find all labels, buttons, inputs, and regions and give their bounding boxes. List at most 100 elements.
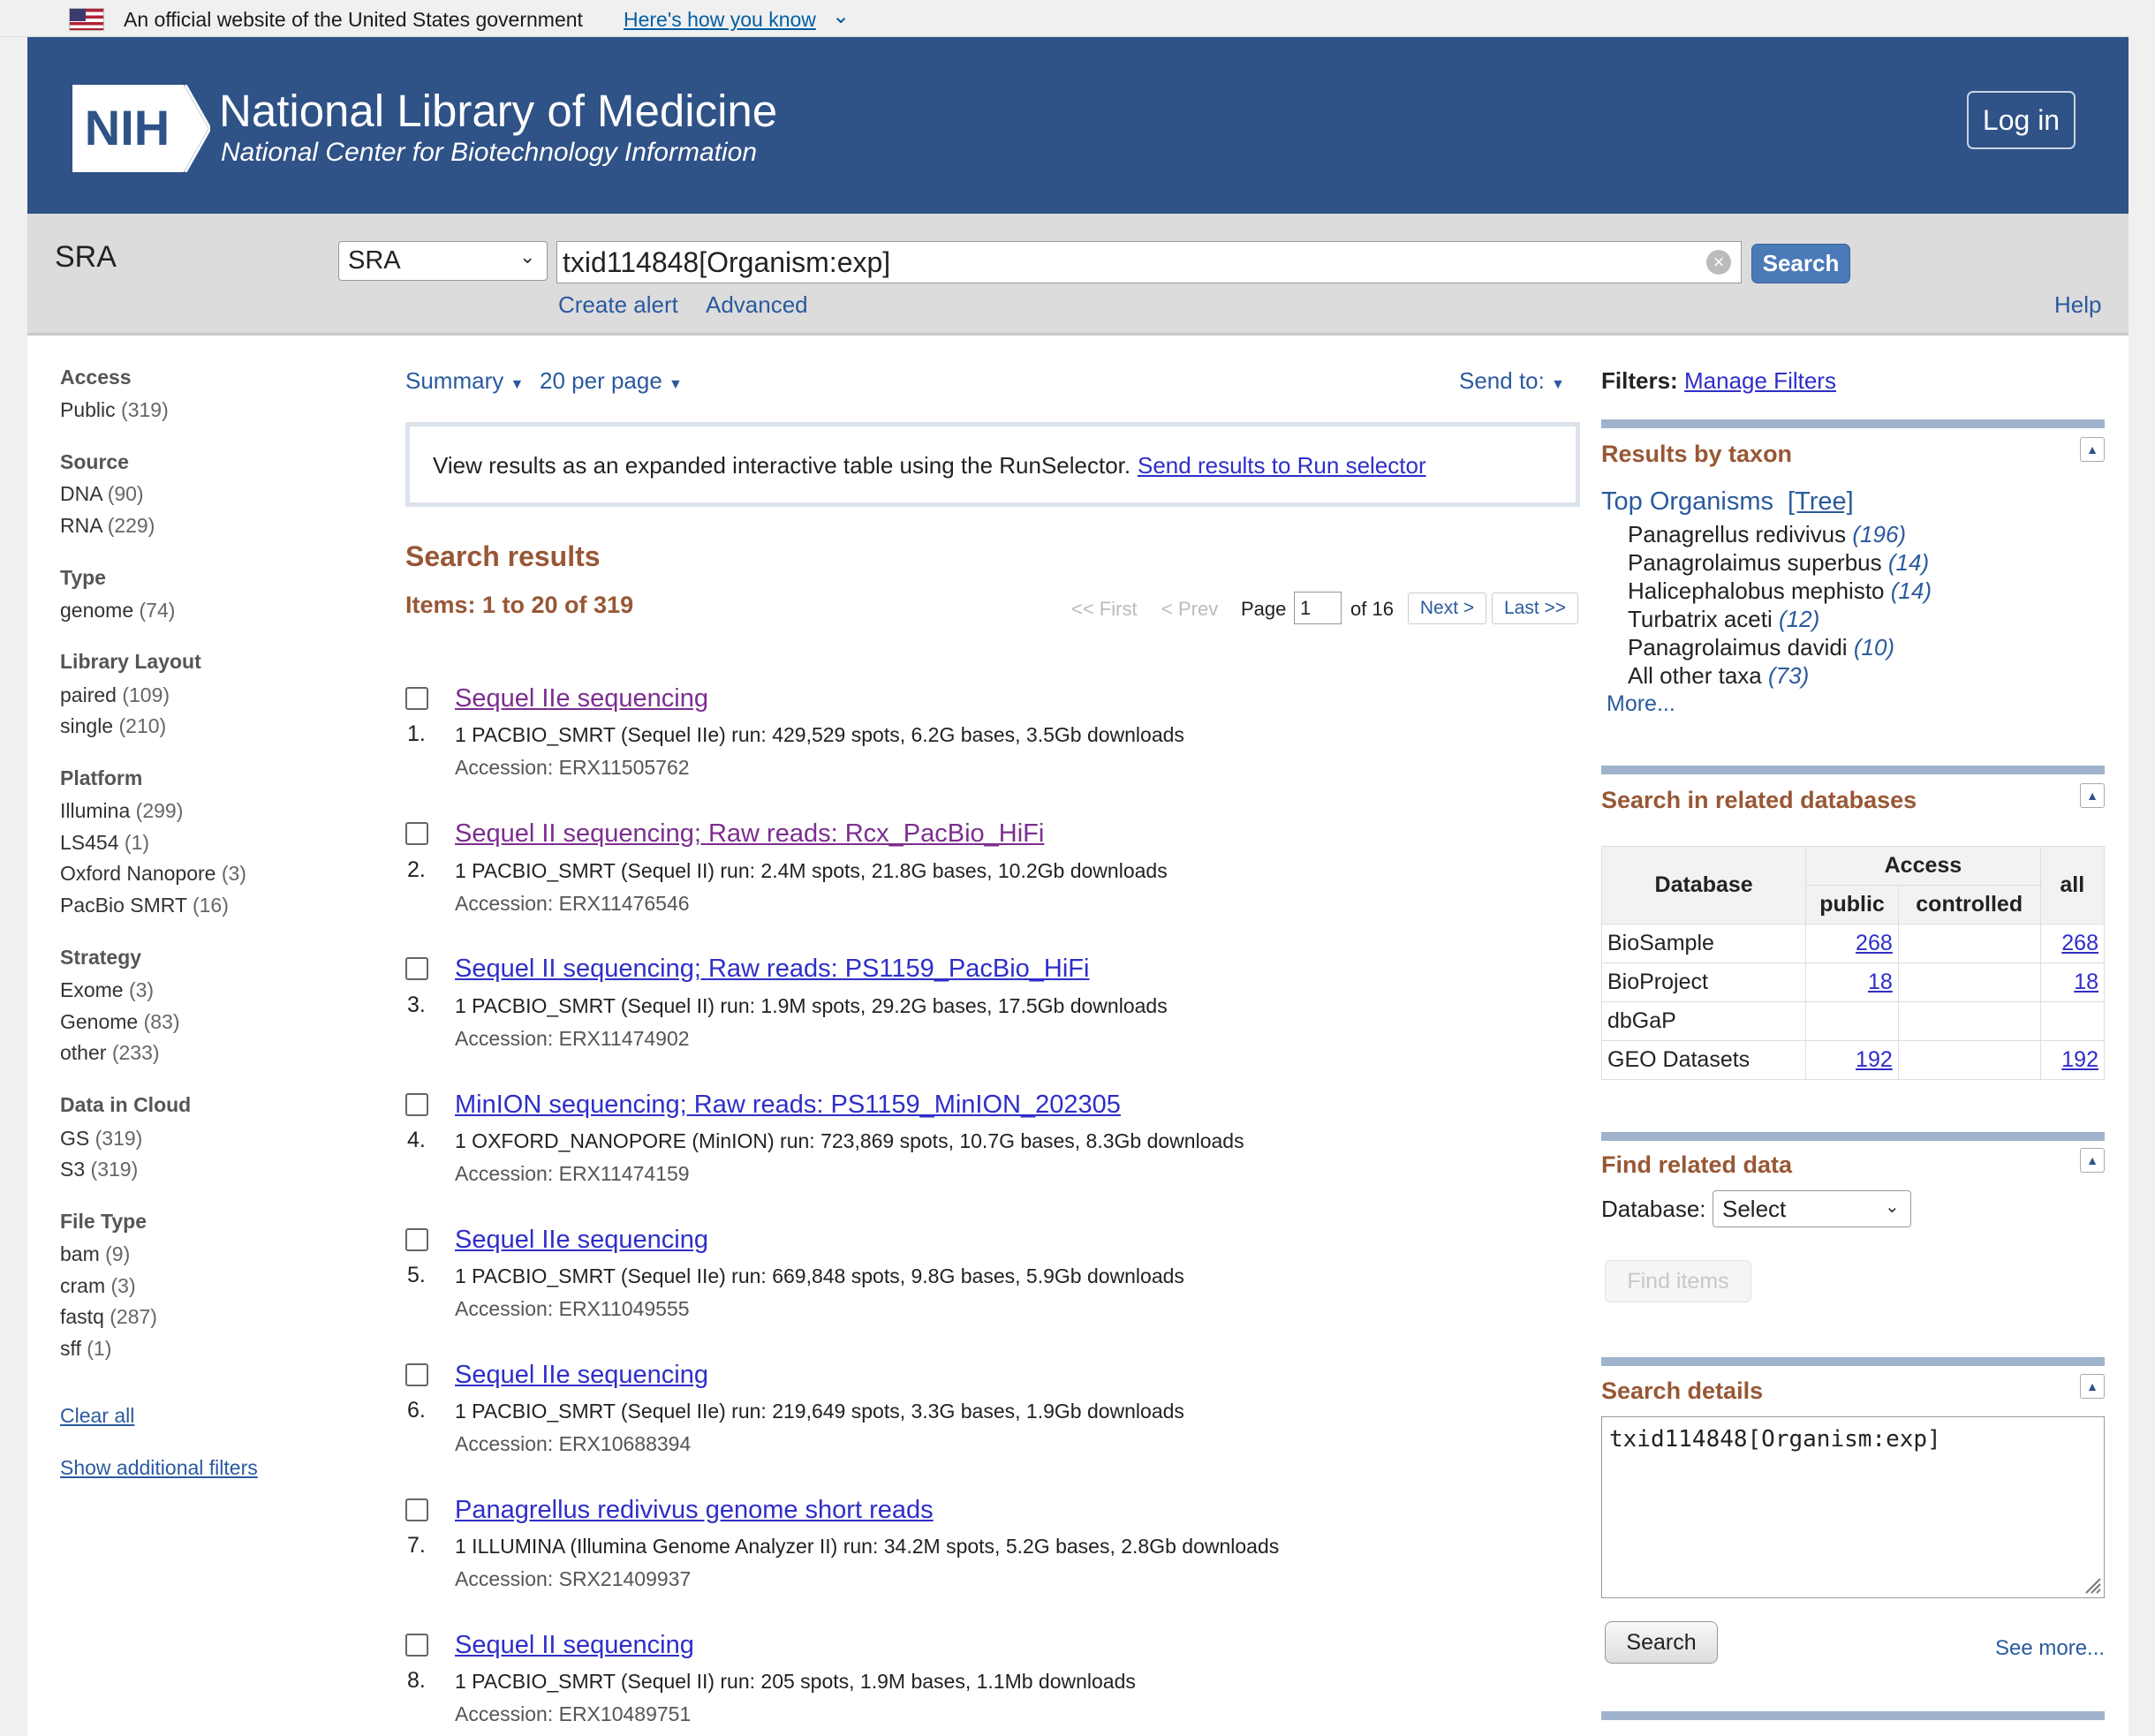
filters-label: Filters: bbox=[1601, 367, 1678, 394]
public-count-link[interactable]: 192 bbox=[1856, 1047, 1893, 1072]
summary-format-menu[interactable]: Summary ▼ bbox=[405, 367, 524, 395]
filter-illumina[interactable]: Illumina (299) bbox=[60, 799, 183, 823]
collapse-related-icon[interactable]: ▲ bbox=[2080, 783, 2105, 808]
filter-cram[interactable]: cram (3) bbox=[60, 1274, 136, 1298]
flag-canton bbox=[70, 9, 86, 21]
filter-dna[interactable]: DNA (90) bbox=[60, 482, 144, 506]
filter-label: Public bbox=[60, 398, 116, 421]
result-checkbox[interactable] bbox=[405, 822, 428, 845]
find-items-button[interactable]: Find items bbox=[1605, 1260, 1751, 1302]
public-count-link[interactable]: 268 bbox=[1856, 931, 1893, 955]
pager-last-button[interactable]: Last >> bbox=[1492, 593, 1578, 624]
organism-link[interactable]: Panagrellus redivivus (196) bbox=[1628, 521, 1906, 548]
taxonomy-tree-link[interactable]: [Tree] bbox=[1788, 487, 1854, 517]
database-select[interactable]: SRA bbox=[338, 241, 548, 281]
resize-grip-icon[interactable] bbox=[2081, 1574, 2102, 1595]
filter-single[interactable]: single (210) bbox=[60, 714, 166, 738]
table-header-row: Database Access all bbox=[1600, 846, 2106, 925]
login-button[interactable]: Log in bbox=[1967, 91, 2076, 149]
filter-label: DNA bbox=[60, 482, 102, 505]
result-title-link[interactable]: Sequel IIe sequencing bbox=[455, 1226, 708, 1255]
filter-heading-access: Access bbox=[60, 366, 132, 389]
clear-all-filters-link[interactable]: Clear all bbox=[60, 1404, 134, 1428]
collapse-details-icon[interactable]: ▲ bbox=[2080, 1374, 2105, 1399]
filter-paired[interactable]: paired (109) bbox=[60, 683, 170, 707]
organism-link[interactable]: Panagrolaimus davidi (10) bbox=[1628, 634, 1894, 661]
chevron-down-icon[interactable]: ⌄ bbox=[832, 4, 850, 29]
filter-bam[interactable]: bam (9) bbox=[60, 1242, 130, 1266]
organism-link[interactable]: Panagrolaimus superbus (14) bbox=[1628, 549, 1929, 577]
result-checkbox[interactable] bbox=[405, 1498, 428, 1521]
organism-link[interactable]: Turbatrix aceti (12) bbox=[1628, 606, 1819, 633]
filter-label: RNA bbox=[60, 514, 102, 537]
search-input[interactable]: txid114848[Organism:exp] bbox=[556, 241, 1742, 283]
collapse-taxon-icon[interactable]: ▲ bbox=[2080, 437, 2105, 462]
filter-s3[interactable]: S3 (319) bbox=[60, 1158, 138, 1181]
see-more-link[interactable]: See more... bbox=[1995, 1636, 2105, 1661]
organism-count: (196) bbox=[1852, 521, 1907, 547]
filter-ls454[interactable]: LS454 (1) bbox=[60, 831, 149, 855]
organism-count: (14) bbox=[1887, 549, 1930, 576]
search-details-textarea[interactable]: txid114848[Organism:exp] bbox=[1601, 1416, 2105, 1598]
all-count-link[interactable]: 268 bbox=[2061, 931, 2098, 955]
all-count-link[interactable]: 18 bbox=[2074, 970, 2098, 994]
result-title-link[interactable]: Sequel IIe sequencing bbox=[455, 684, 708, 713]
show-additional-filters-link[interactable]: Show additional filters bbox=[60, 1456, 258, 1480]
result-title-link[interactable]: Sequel II sequencing; Raw reads: PS1159_… bbox=[455, 955, 1089, 984]
result-title-link[interactable]: Panagrellus redivivus genome short reads bbox=[455, 1496, 934, 1525]
filter-other[interactable]: other (233) bbox=[60, 1041, 160, 1065]
filter-rna[interactable]: RNA (229) bbox=[60, 514, 155, 538]
filter-pacbio-smrt[interactable]: PacBio SMRT (16) bbox=[60, 894, 229, 917]
result-checkbox[interactable] bbox=[405, 1634, 428, 1657]
filter-exome[interactable]: Exome (3) bbox=[60, 978, 154, 1002]
pager-next-button[interactable]: Next > bbox=[1408, 593, 1486, 624]
send-to-run-selector-link[interactable]: Send results to Run selector bbox=[1138, 452, 1426, 479]
clear-search-icon[interactable]: × bbox=[1706, 250, 1731, 275]
create-alert-link[interactable]: Create alert bbox=[558, 291, 678, 319]
related-database-select[interactable]: Select bbox=[1713, 1190, 1911, 1227]
filter-oxford-nanopore[interactable]: Oxford Nanopore (3) bbox=[60, 862, 246, 886]
per-page-menu[interactable]: 20 per page ▼ bbox=[540, 367, 683, 395]
filter-count: (90) bbox=[107, 482, 144, 505]
search-button[interactable]: Search bbox=[1751, 244, 1850, 283]
organism-name: All other taxa bbox=[1628, 662, 1762, 689]
help-link[interactable]: Help bbox=[2054, 291, 2101, 319]
pager-first-link[interactable]: << First bbox=[1071, 598, 1138, 621]
nlm-title[interactable]: National Library of Medicine bbox=[219, 85, 777, 137]
result-checkbox[interactable] bbox=[405, 1228, 428, 1251]
nih-logo-icon[interactable]: NIH bbox=[69, 85, 210, 172]
filter-public[interactable]: Public (319) bbox=[60, 398, 169, 422]
all-cell bbox=[2039, 1001, 2106, 1041]
filter-genome-type[interactable]: genome (74) bbox=[60, 599, 175, 623]
result-title-link[interactable]: MinION sequencing; Raw reads: PS1159_Min… bbox=[455, 1091, 1121, 1120]
organism-link[interactable]: Halicephalobus mephisto (14) bbox=[1628, 577, 1932, 605]
result-accession: Accession: ERX11476546 bbox=[455, 892, 690, 915]
column-header-access: Access bbox=[1805, 846, 2041, 886]
filter-sff[interactable]: sff (1) bbox=[60, 1337, 111, 1361]
result-checkbox[interactable] bbox=[405, 687, 428, 710]
send-to-menu[interactable]: Send to: ▼ bbox=[1459, 367, 1565, 395]
heres-how-you-know-link[interactable]: Here's how you know bbox=[624, 8, 816, 32]
filter-genome-strategy[interactable]: Genome (83) bbox=[60, 1010, 180, 1034]
page-number-input[interactable]: 1 bbox=[1294, 592, 1342, 624]
result-title-link[interactable]: Sequel II sequencing; Raw reads: Rcx_Pac… bbox=[455, 819, 1044, 849]
public-cell: 18 bbox=[1805, 962, 1899, 1002]
result-checkbox[interactable] bbox=[405, 1363, 428, 1386]
pager-prev-link[interactable]: < Prev bbox=[1161, 598, 1218, 621]
organism-link[interactable]: All other taxa (73) bbox=[1628, 662, 1809, 690]
all-count-link[interactable]: 192 bbox=[2061, 1047, 2098, 1072]
manage-filters-link[interactable]: Manage Filters bbox=[1684, 367, 1836, 395]
filter-fastq[interactable]: fastq (287) bbox=[60, 1305, 157, 1329]
result-title-link[interactable]: Sequel II sequencing bbox=[455, 1631, 694, 1660]
advanced-search-link[interactable]: Advanced bbox=[706, 291, 808, 319]
public-count-link[interactable]: 18 bbox=[1868, 970, 1893, 994]
result-checkbox[interactable] bbox=[405, 1093, 428, 1116]
result-accession: Accession: ERX10489751 bbox=[455, 1702, 692, 1725]
result-checkbox[interactable] bbox=[405, 957, 428, 980]
more-organisms-link[interactable]: More... bbox=[1607, 691, 1675, 717]
filter-heading-strategy: Strategy bbox=[60, 946, 142, 969]
filter-gs[interactable]: GS (319) bbox=[60, 1127, 142, 1151]
details-search-button[interactable]: Search bbox=[1605, 1621, 1718, 1664]
result-title-link[interactable]: Sequel IIe sequencing bbox=[455, 1361, 708, 1390]
collapse-find-icon[interactable]: ▲ bbox=[2080, 1148, 2105, 1173]
